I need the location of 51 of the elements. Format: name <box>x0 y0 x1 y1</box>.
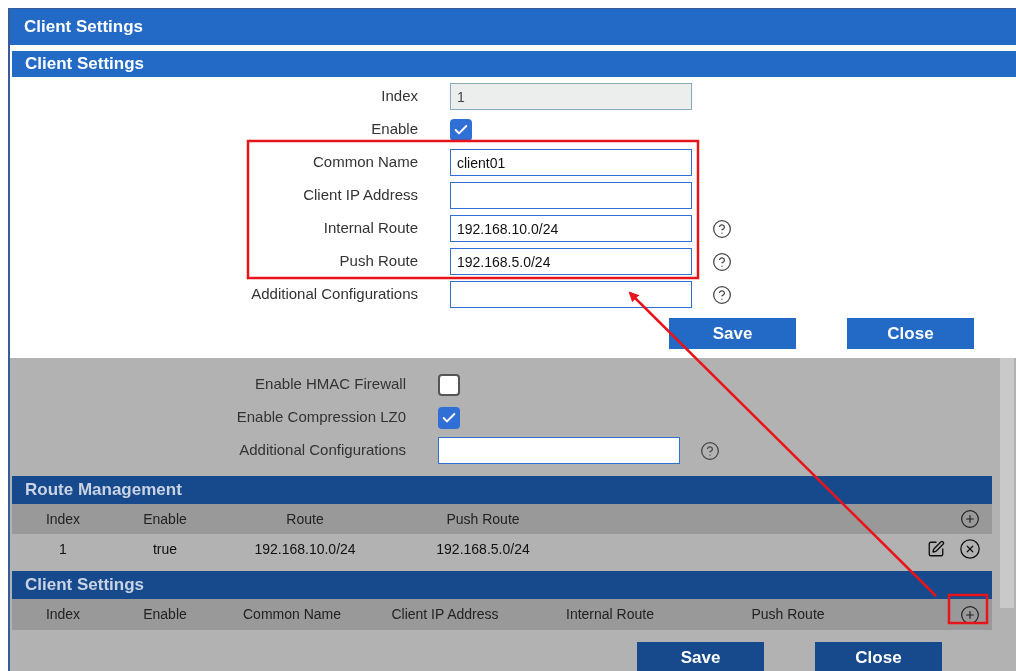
input-field[interactable]: 192.168.5.0/24 <box>450 248 692 275</box>
field-label: Additional Configurations <box>238 440 406 461</box>
action-button[interactable]: Save <box>669 318 796 349</box>
column-header: Client IP Address <box>390 605 500 624</box>
column-header: Common Name <box>242 605 342 624</box>
checkbox[interactable] <box>450 118 472 141</box>
help-icon[interactable] <box>712 251 732 272</box>
delete-icon[interactable] <box>959 538 981 560</box>
checkbox[interactable] <box>438 406 460 429</box>
column-header: Enable <box>142 509 188 529</box>
input-field[interactable] <box>438 437 680 464</box>
input-field[interactable]: 192.168.10.0/24 <box>450 215 692 242</box>
checkbox[interactable] <box>438 373 460 396</box>
input-field[interactable] <box>450 182 692 209</box>
field-label: Enable Compression LZ0 <box>235 407 406 428</box>
input-field[interactable] <box>450 281 692 308</box>
input-field[interactable]: client01 <box>450 149 692 176</box>
field-label: Client IP Address <box>302 185 418 206</box>
field-label: Enable HMAC Firewall <box>254 374 406 395</box>
section-title: Client Settings <box>25 53 144 76</box>
add-icon[interactable] <box>960 604 980 625</box>
column-header: Push Route <box>750 605 826 624</box>
table-cell-text: 192.168.10.0/24 <box>253 539 357 559</box>
action-button[interactable]: Close <box>815 642 942 671</box>
column-header: Internal Route <box>565 605 655 624</box>
section-title: Route Management <box>25 479 182 502</box>
field-label: Enable <box>370 119 418 140</box>
field-label: Index <box>380 86 418 107</box>
table-cell-text: 1 <box>58 539 68 559</box>
column-header: Index <box>44 509 82 529</box>
window-title: Client Settings <box>24 16 143 39</box>
column-header: Index <box>44 605 82 624</box>
field-label: Common Name <box>311 152 418 173</box>
section-title: Client Settings <box>25 574 144 597</box>
field-label: Internal Route <box>322 218 418 239</box>
help-icon[interactable] <box>700 440 720 461</box>
scrollbar[interactable] <box>1000 358 1014 608</box>
help-icon[interactable] <box>712 284 732 305</box>
action-button[interactable]: Close <box>847 318 974 349</box>
add-icon[interactable] <box>960 509 980 529</box>
edit-icon[interactable] <box>927 540 945 558</box>
help-icon[interactable] <box>712 218 732 239</box>
column-header: Push Route <box>445 509 521 529</box>
highlight-frame <box>947 593 989 625</box>
table-cell-text: true <box>151 539 179 559</box>
field-label: Push Route <box>338 251 418 272</box>
column-header: Route <box>285 509 325 529</box>
action-button[interactable]: Save <box>637 642 764 671</box>
table-cell-text: 192.168.5.0/24 <box>435 539 531 559</box>
column-header: Enable <box>142 605 188 624</box>
field-label: Additional Configurations <box>250 284 418 305</box>
